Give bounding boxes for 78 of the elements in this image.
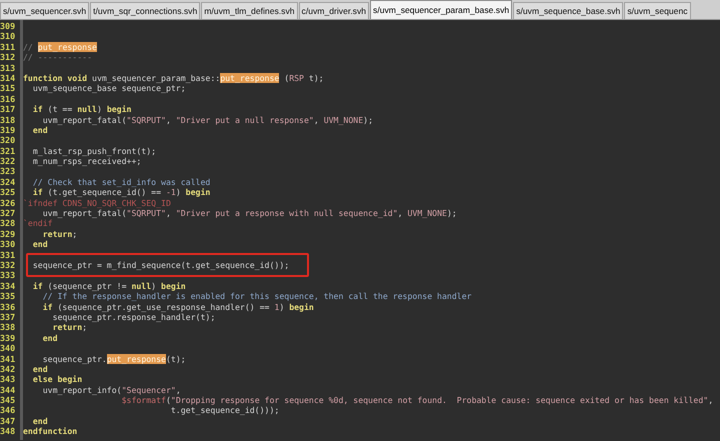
line-number: 327 xyxy=(0,208,16,218)
code-line: else begin xyxy=(32,374,82,385)
line-number: 324 xyxy=(0,176,16,188)
line-number: 341 xyxy=(0,354,16,364)
code-line: end xyxy=(32,364,48,374)
line-number: 328 xyxy=(0,218,16,229)
code-line: end xyxy=(42,332,58,344)
file-tab[interactable]: s/uvm_sequenc xyxy=(624,2,691,19)
line-number: 318 xyxy=(0,114,16,125)
line-number: 344 xyxy=(0,384,16,396)
code-line: return; xyxy=(42,228,78,240)
code-line: end xyxy=(32,124,48,136)
line-number: 317 xyxy=(0,104,16,115)
code-line: m_last_rsp_push_front(t); xyxy=(32,146,156,156)
file-tab[interactable]: t/uvm_sqr_connections.svh xyxy=(90,2,200,19)
code-line: return; xyxy=(52,322,88,333)
code-line: if (sequence_ptr.get_use_response_handler() == 1) begin xyxy=(42,302,314,312)
code-line: sequence_ptr.put_response(t); xyxy=(42,354,186,364)
line-number: 309 xyxy=(0,21,16,32)
line-number: 343 xyxy=(0,374,16,385)
line-number: 339 xyxy=(0,332,16,344)
code-line: t.get_sequence_id())); xyxy=(170,405,280,416)
line-number: 315 xyxy=(0,83,16,94)
line-number: 312 xyxy=(0,52,16,63)
code-line: uvm_report_fatal("SQRPUT", "Driver put a response with null sequence_id", UVM_NONE); xyxy=(42,208,457,218)
line-number: 332 xyxy=(0,260,16,270)
line-number: 316 xyxy=(0,94,16,104)
line-number: 330 xyxy=(0,239,16,250)
line-number: 336 xyxy=(0,302,16,312)
line-number: 334 xyxy=(0,280,16,292)
code-line: sequence_ptr.response_handler(t); xyxy=(52,312,216,322)
line-number: 329 xyxy=(0,228,16,240)
line-number: 346 xyxy=(0,405,16,416)
code-line: sequence_ptr = m_find_sequence(t.get_sequence_id()); xyxy=(32,260,290,270)
code-line: // Check that set_id_info was called xyxy=(32,176,210,188)
code-line: function void uvm_sequencer_param_base::put_response (RSP t); xyxy=(23,72,324,84)
code-line: if (t == null) begin xyxy=(32,104,132,115)
line-number: 345 xyxy=(0,395,16,406)
code-line: `endif xyxy=(23,218,53,229)
line-number: 322 xyxy=(0,156,16,166)
line-number: 348 xyxy=(0,426,16,437)
code-line: if (t.get_sequence_id() == -1) begin xyxy=(32,187,210,198)
code-line: end xyxy=(32,416,48,426)
code-line: endfunction xyxy=(23,426,78,437)
file-tab[interactable]: m/uvm_tlm_defines.svh xyxy=(201,2,298,19)
line-number: 337 xyxy=(0,312,16,322)
line-number: 311 xyxy=(0,42,16,52)
file-tab[interactable]: s/uvm_sequencer_param_base.svh xyxy=(370,0,512,19)
code-line: uvm_report_info("Sequencer", xyxy=(42,384,181,396)
line-number: 314 xyxy=(0,72,16,84)
line-number: 320 xyxy=(0,135,16,146)
line-number: 335 xyxy=(0,291,16,302)
code-line: // If the response_handler is enabled for this sequence, then call the response handler xyxy=(42,291,472,302)
line-number: 342 xyxy=(0,364,16,374)
line-number: 321 xyxy=(0,146,16,156)
line-number: 323 xyxy=(0,166,16,177)
code-line: // ----------- xyxy=(23,52,92,63)
line-number: 325 xyxy=(0,187,16,198)
code-line: // put_response xyxy=(23,42,97,52)
code-line: uvm_sequence_base sequence_ptr; xyxy=(32,83,186,94)
line-number: 338 xyxy=(0,322,16,333)
code-line: end xyxy=(32,239,48,250)
file-tab[interactable]: s/uvm_sequence_base.svh xyxy=(513,2,624,19)
code-line: `ifndef CDNS_NO_SQR_CHK_SEQ_ID xyxy=(23,198,171,208)
line-number: 331 xyxy=(0,250,16,260)
line-number: 333 xyxy=(0,270,16,281)
file-tab[interactable]: c/uvm_driver.svh xyxy=(298,2,370,19)
code-line: $sformatf("Dropping response for sequence %0d, sequence not found. Probable cause: sequence exited or has been killed", xyxy=(120,395,714,406)
line-number: 319 xyxy=(0,124,16,136)
code-line: uvm_report_fatal("SQRPUT", "Driver put a null response", UVM_NONE); xyxy=(42,114,373,125)
line-number: 347 xyxy=(0,416,16,426)
file-tab[interactable]: s/uvm_sequencer.svh xyxy=(0,2,90,19)
code-line: if (sequence_ptr != null) begin xyxy=(32,280,186,292)
line-number: 326 xyxy=(0,198,16,208)
line-number: 340 xyxy=(0,343,16,354)
line-number: 313 xyxy=(0,62,16,73)
line-number: 310 xyxy=(0,31,16,42)
code-line: m_num_rsps_received++; xyxy=(32,156,142,166)
